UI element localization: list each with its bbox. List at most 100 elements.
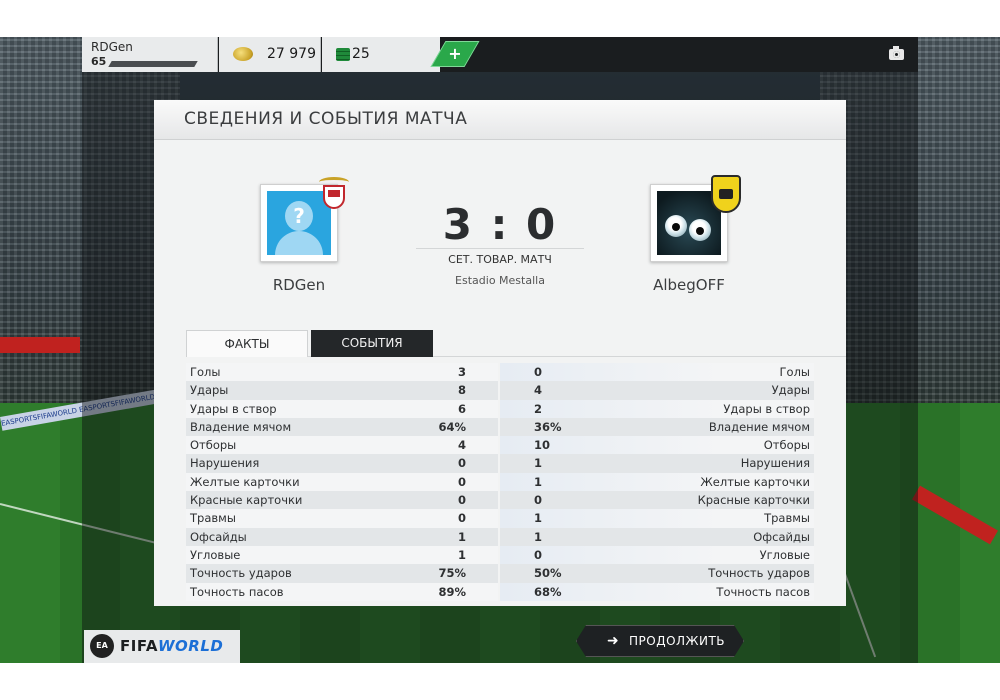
points-box: 25 bbox=[322, 37, 440, 72]
stat-label-home: Удары bbox=[190, 383, 229, 398]
stat-value-home: 0 bbox=[457, 474, 466, 489]
home-team-name: RDGen bbox=[272, 276, 326, 294]
stat-label-away: Нарушения bbox=[740, 456, 810, 471]
arrow-right-icon: ➜ bbox=[607, 633, 619, 649]
tab-events[interactable]: СОБЫТИЯ bbox=[311, 330, 433, 357]
home-team: ? RDGen bbox=[229, 177, 369, 294]
stats-row: Нарушения 0 1 Нарушения bbox=[186, 454, 814, 473]
crest-shield bbox=[323, 185, 345, 209]
stat-label-home: Угловые bbox=[190, 547, 241, 562]
panel-title: СВЕДЕНИЯ И СОБЫТИЯ МАТЧА bbox=[184, 109, 468, 129]
camera-icon[interactable] bbox=[889, 46, 904, 60]
logo-world: WORLD bbox=[157, 637, 224, 655]
stat-label-home: Точность пасов bbox=[190, 584, 284, 599]
stat-label-away: Удары bbox=[771, 383, 810, 398]
ea-sports-logo-icon: EA bbox=[90, 634, 114, 658]
stadium-name: Estadio Mestalla bbox=[455, 274, 545, 287]
stat-value-home: 4 bbox=[457, 438, 466, 453]
stat-label-home: Желтые карточки bbox=[190, 474, 300, 489]
stats-row: Красные карточки 0 0 Красные карточки bbox=[186, 491, 814, 510]
stat-value-away: 1 bbox=[534, 456, 543, 471]
stat-value-home: 89% bbox=[438, 584, 466, 599]
avatar-question-mark: ? bbox=[285, 201, 313, 231]
stat-value-home: 1 bbox=[457, 529, 466, 544]
stat-value-away: 50% bbox=[534, 566, 562, 581]
adboard-red-left bbox=[0, 337, 80, 353]
away-avatar-frame bbox=[650, 175, 741, 262]
stat-label-away: Красные карточки bbox=[697, 493, 810, 508]
top-bar: RDGen 65 27 979 25 + bbox=[82, 37, 918, 72]
stats-row: Желтые карточки 0 1 Желтые карточки bbox=[186, 472, 814, 492]
stats-row: Владение мячом 64% 36% Владение мячом bbox=[186, 417, 814, 437]
logo-fifa: FIFA bbox=[120, 637, 158, 655]
coins-box: 27 979 bbox=[219, 37, 321, 72]
stat-value-home: 0 bbox=[457, 456, 466, 471]
stat-label-home: Офсайды bbox=[190, 529, 247, 544]
panel-header: СВЕДЕНИЯ И СОБЫТИЯ МАТЧА bbox=[154, 100, 846, 140]
stat-value-home: 3 bbox=[457, 365, 466, 379]
stat-value-away: 68% bbox=[534, 584, 562, 599]
stat-label-home: Красные карточки bbox=[190, 493, 303, 508]
match-details-panel: СВЕДЕНИЯ И СОБЫТИЯ МАТЧА ? RDGen 3 : 0 С… bbox=[154, 100, 846, 606]
stat-value-home: 75% bbox=[438, 566, 466, 581]
level: 65 bbox=[91, 55, 107, 68]
stats-row: Точность ударов 75% 50% Точность ударов bbox=[186, 564, 814, 583]
stat-label-away: Отборы bbox=[763, 438, 810, 453]
stat-value-away: 4 bbox=[534, 383, 543, 398]
stat-label-home: Травмы bbox=[190, 511, 236, 526]
stat-label-home: Владение мячом bbox=[190, 419, 292, 434]
tab-facts[interactable]: ФАКТЫ bbox=[186, 330, 308, 357]
stat-value-home: 64% bbox=[438, 419, 466, 434]
away-team-name: AlbegOFF bbox=[653, 276, 725, 294]
match-type: СЕТ. ТОВАР. МАТЧ bbox=[416, 248, 584, 266]
eye-left bbox=[665, 215, 687, 237]
row-bg-right bbox=[500, 363, 814, 382]
stat-label-away: Желтые карточки bbox=[700, 474, 810, 489]
stats-row: Голы 3 0 Голы bbox=[186, 363, 814, 382]
continue-button[interactable]: ➜ ПРОДОЛЖИТЬ bbox=[576, 625, 744, 657]
stat-value-away: 0 bbox=[534, 365, 543, 379]
stat-label-home: Голы bbox=[190, 365, 221, 379]
pupil bbox=[672, 223, 680, 231]
coin-icon bbox=[233, 47, 253, 61]
stat-value-away: 0 bbox=[534, 547, 543, 562]
stat-label-home: Отборы bbox=[190, 438, 237, 453]
stat-value-home: 0 bbox=[457, 511, 466, 526]
stats-row: Угловые 1 0 Угловые bbox=[186, 545, 814, 565]
benfica-crest-icon bbox=[319, 177, 349, 211]
plus-icon: + bbox=[448, 44, 462, 63]
stats-row: Удары в створ 6 2 Удары в створ bbox=[186, 399, 814, 418]
eye-right bbox=[689, 219, 711, 241]
row-bg-right bbox=[500, 381, 814, 400]
profile-box[interactable]: RDGen 65 bbox=[82, 37, 218, 72]
stat-value-home: 0 bbox=[457, 493, 466, 508]
stat-label-home: Удары в створ bbox=[190, 401, 277, 416]
stat-label-away: Голы bbox=[779, 365, 810, 379]
stat-label-away: Травмы bbox=[764, 511, 810, 526]
fifa-points-icon bbox=[336, 48, 350, 61]
stat-value-home: 1 bbox=[457, 547, 466, 562]
tab-bar: ФАКТЫ СОБЫТИЯ bbox=[186, 330, 846, 357]
xp-bar bbox=[108, 61, 198, 67]
stat-value-home: 8 bbox=[457, 383, 466, 398]
home-avatar-frame: ? bbox=[260, 177, 349, 262]
stat-label-home: Нарушения bbox=[190, 456, 260, 471]
match-score: 3 : 0 bbox=[442, 200, 558, 249]
stat-label-home: Точность ударов bbox=[190, 566, 292, 581]
bottom-bar: EA FIFAWORLD ➜ ПРОДОЛЖИТЬ bbox=[82, 625, 918, 663]
stat-value-away: 10 bbox=[534, 438, 551, 453]
stat-value-away: 0 bbox=[534, 493, 543, 508]
coins-value: 27 979 bbox=[267, 46, 316, 62]
stats-row: Отборы 4 10 Отборы bbox=[186, 436, 814, 455]
stats-row: Удары 8 4 Удары bbox=[186, 381, 814, 400]
stat-value-home: 6 bbox=[457, 401, 466, 416]
avatar-body bbox=[275, 231, 323, 255]
stats-row: Травмы 0 1 Травмы bbox=[186, 509, 814, 528]
stat-label-away: Точность ударов bbox=[708, 566, 810, 581]
anzhi-crest-icon bbox=[711, 175, 741, 213]
points-value: 25 bbox=[352, 46, 370, 62]
stat-value-away: 1 bbox=[534, 511, 543, 526]
stat-value-away: 36% bbox=[534, 419, 562, 434]
stats-table: Голы 3 0 Голы Удары 8 4 Удары Удары в створ 6 2 Уда… bbox=[186, 363, 814, 601]
stats-row: Офсайды 1 1 Офсайды bbox=[186, 527, 814, 546]
